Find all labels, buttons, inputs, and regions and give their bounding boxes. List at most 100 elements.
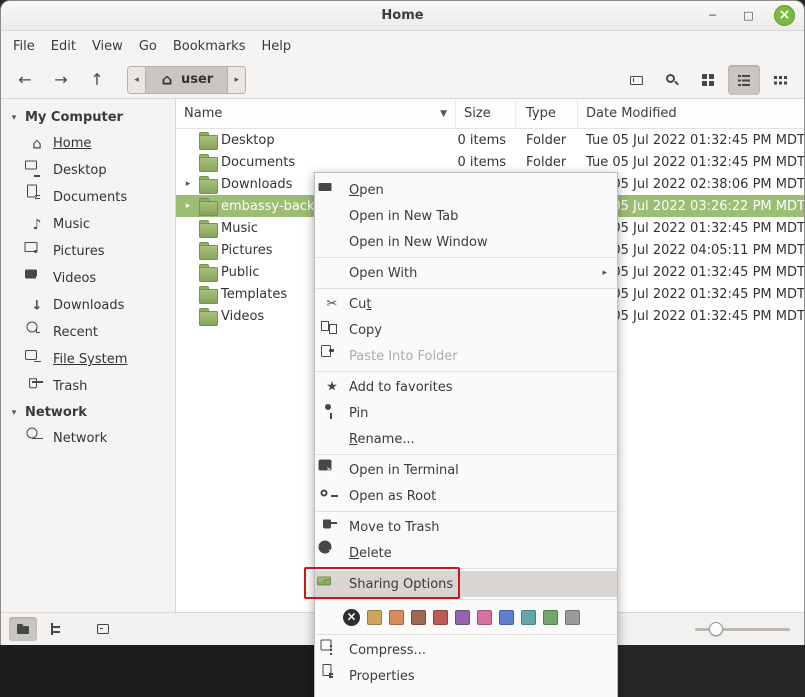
sidebar-item-music[interactable]: Music — [1, 211, 175, 238]
menu-item-label: Open in Terminal — [349, 463, 607, 478]
pictures-icon — [29, 244, 45, 260]
column-header-name[interactable]: Name▼ — [176, 99, 456, 128]
sidebar-item-desktop[interactable]: Desktop — [1, 157, 175, 184]
minimize-button[interactable] — [702, 5, 723, 26]
folder-color-swatch[interactable] — [565, 610, 580, 625]
key-icon — [323, 488, 341, 504]
sidebar-section-network[interactable]: ▾Network — [1, 400, 175, 425]
folder-color-swatch[interactable] — [477, 610, 492, 625]
menu-separator — [315, 257, 617, 258]
clear-color-button[interactable] — [343, 609, 360, 626]
folder-color-swatch[interactable] — [499, 610, 514, 625]
places-sidebar-toggle-button[interactable] — [9, 617, 37, 641]
context-menu-item-open-in-new-window[interactable]: Open in New Window — [315, 229, 617, 255]
context-menu-item-delete[interactable]: Delete — [315, 540, 617, 566]
paste-icon — [323, 348, 341, 364]
breadcrumb-user-button[interactable]: user — [146, 67, 227, 93]
file-name: Music — [221, 221, 258, 236]
properties-icon — [323, 668, 341, 684]
folder-icon — [199, 201, 216, 214]
context-menu-item-move-to-trash[interactable]: Move to Trash — [315, 514, 617, 540]
expand-arrow-icon[interactable]: ▸ — [182, 179, 194, 189]
copy-icon — [323, 322, 341, 338]
context-menu-item-add-to-favorites[interactable]: Add to favorites — [315, 374, 617, 400]
titlebar[interactable]: Home — [1, 1, 804, 31]
file-modified: Tue 05 Jul 2022 01:32:45 PM MDT — [578, 133, 804, 148]
maximize-button[interactable] — [738, 5, 759, 26]
column-header-size[interactable]: Size — [456, 99, 516, 128]
folder-color-swatch[interactable] — [367, 610, 382, 625]
sidebar-item-label: Network — [53, 431, 107, 446]
up-button[interactable] — [81, 65, 113, 95]
column-header-date-modified[interactable]: Date Modified — [578, 99, 804, 128]
file-row-desktop[interactable]: Desktop0 itemsFolderTue 05 Jul 2022 01:3… — [176, 129, 804, 151]
context-menu-item-cut[interactable]: Cut — [315, 291, 617, 317]
menu-item-label: Copy — [349, 323, 607, 338]
context-menu-item-open-as-root[interactable]: Open as Root — [315, 483, 617, 509]
menubar-item-edit[interactable]: Edit — [43, 35, 84, 58]
column-header-type[interactable]: Type — [516, 99, 578, 128]
file-name: Documents — [221, 155, 295, 170]
sidebar-item-trash[interactable]: Trash — [1, 373, 175, 400]
context-menu-item-open-in-terminal[interactable]: Open in Terminal — [315, 457, 617, 483]
folder-color-swatch[interactable] — [521, 610, 536, 625]
forward-button[interactable] — [45, 65, 77, 95]
context-menu-item-pin[interactable]: Pin — [315, 400, 617, 426]
tree-sidebar-toggle-button[interactable] — [42, 617, 70, 641]
context-menu-item-copy[interactable]: Copy — [315, 317, 617, 343]
context-menu-item-sharing-options[interactable]: Sharing Options — [315, 571, 617, 597]
context-menu-item-open-with[interactable]: Open With▸ — [315, 260, 617, 286]
folder-color-swatch[interactable] — [411, 610, 426, 625]
back-button[interactable] — [9, 65, 41, 95]
zoom-slider[interactable] — [695, 619, 790, 639]
context-menu-item-open-in-new-tab[interactable]: Open in New Tab — [315, 203, 617, 229]
search-button[interactable] — [656, 65, 688, 95]
sidebar-item-recent[interactable]: Recent — [1, 319, 175, 346]
context-menu-item-rename[interactable]: Rename... — [315, 426, 617, 452]
sidebar-item-downloads[interactable]: Downloads — [1, 292, 175, 319]
context-menu-item-properties[interactable]: Properties — [315, 663, 617, 689]
sidebar-item-network[interactable]: Network — [1, 425, 175, 452]
sidebar-section-my-computer[interactable]: ▾My Computer — [1, 105, 175, 130]
compact-view-button[interactable] — [764, 65, 796, 95]
folder-color-swatch[interactable] — [455, 610, 470, 625]
column-headers: Name▼SizeType Date Modified — [176, 99, 804, 129]
sidebar-item-label: Home — [53, 136, 91, 151]
folder-icon — [199, 223, 216, 236]
folder-color-swatch[interactable] — [543, 610, 558, 625]
breadcrumb-scroll-left-button[interactable]: ◂ — [128, 67, 146, 93]
sidebar-item-videos[interactable]: Videos — [1, 265, 175, 292]
menu-item-label: Sharing Options — [349, 577, 607, 592]
sidebar-item-home[interactable]: Home — [1, 130, 175, 157]
file-row-documents[interactable]: Documents0 itemsFolderTue 05 Jul 2022 01… — [176, 151, 804, 173]
file-name: Pictures — [221, 243, 272, 258]
filesystem-icon — [29, 352, 45, 368]
menu-item-label: Open as Root — [349, 489, 607, 504]
list-view-button[interactable] — [728, 65, 760, 95]
context-menu-item-open[interactable]: Open — [315, 177, 617, 203]
sidebar-item-documents[interactable]: Documents — [1, 184, 175, 211]
folder-icon — [199, 311, 216, 324]
close-button[interactable] — [774, 5, 795, 26]
sidebar-item-file-system[interactable]: File System — [1, 346, 175, 373]
expand-arrow-icon[interactable]: ▸ — [182, 201, 194, 211]
terminal-toggle-button[interactable] — [89, 617, 117, 641]
menubar-item-go[interactable]: Go — [131, 35, 165, 58]
menubar-item-bookmarks[interactable]: Bookmarks — [165, 35, 254, 58]
context-menu-item-compress[interactable]: Compress... — [315, 637, 617, 663]
sidebar-item-label: Trash — [53, 379, 87, 394]
breadcrumb-scroll-right-button[interactable]: ▸ — [227, 67, 245, 93]
sidebar-section-label: My Computer — [25, 110, 123, 125]
sidebar-item-pictures[interactable]: Pictures — [1, 238, 175, 265]
file-name: Videos — [221, 309, 264, 324]
location-entry-toggle-button[interactable] — [620, 65, 652, 95]
menubar-item-file[interactable]: File — [5, 35, 43, 58]
menubar-item-help[interactable]: Help — [253, 35, 299, 58]
folder-color-swatch[interactable] — [389, 610, 404, 625]
folder-color-swatch[interactable] — [433, 610, 448, 625]
menu-item-label: Move to Trash — [349, 520, 607, 535]
icon-view-button[interactable] — [692, 65, 724, 95]
column-label: Date Modified — [586, 106, 677, 121]
menubar-item-view[interactable]: View — [84, 35, 131, 58]
zoom-slider-handle[interactable] — [709, 622, 723, 636]
